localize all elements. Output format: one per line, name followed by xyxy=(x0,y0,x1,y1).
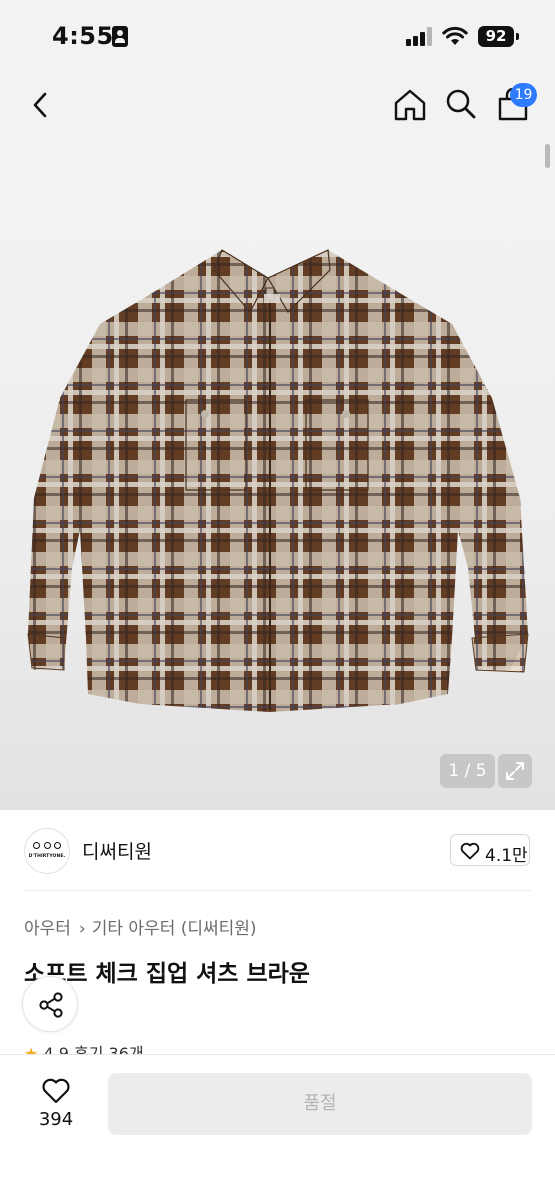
battery-tip xyxy=(516,33,519,40)
breadcrumb-subcategory[interactable]: 기타 아우터 (디써티원) xyxy=(92,919,257,939)
product-image-gallery[interactable]: 1 / 5 xyxy=(0,138,555,810)
cellular-signal-icon xyxy=(406,27,433,46)
wifi-icon xyxy=(442,26,468,45)
status-bar: 4:55 92 xyxy=(0,0,555,72)
search-icon[interactable] xyxy=(445,88,477,120)
brand-logo-mark xyxy=(33,842,61,850)
brand-name[interactable]: 디써티원 xyxy=(82,837,152,864)
brand-row[interactable]: D'THIRTYONE. 디써티원 4.1만 xyxy=(0,810,555,890)
rating-row[interactable]: ★ 4.9 후기 36개 xyxy=(24,1040,144,1054)
brand-logo-text: D'THIRTYONE. xyxy=(28,854,66,859)
bottom-action-bar: 394 품절 xyxy=(0,1054,555,1201)
breadcrumb-category[interactable]: 아우터 xyxy=(24,919,71,939)
product-image xyxy=(27,249,529,712)
brand-like-count: 4.1만 xyxy=(485,846,528,866)
heart-outline-icon xyxy=(42,1078,70,1104)
home-icon[interactable] xyxy=(393,88,427,122)
expand-icon xyxy=(506,762,524,780)
share-button[interactable] xyxy=(22,976,78,1032)
heart-outline-icon xyxy=(460,842,480,860)
battery-indicator: 92 xyxy=(478,26,514,47)
star-icon: ★ xyxy=(24,1044,39,1054)
breadcrumb: 아우터 › 기타 아우터 (디써티원) xyxy=(24,914,257,939)
cart-count-badge: 19 xyxy=(510,83,537,107)
back-arrow-icon[interactable] xyxy=(30,91,50,119)
status-time: 4:55 xyxy=(52,22,114,50)
sold-out-button[interactable]: 품절 xyxy=(108,1073,532,1135)
brand-like-button[interactable]: 4.1만 xyxy=(450,834,530,866)
brand-logo[interactable]: D'THIRTYONE. xyxy=(24,828,70,874)
share-icon xyxy=(39,992,63,1018)
divider xyxy=(24,890,531,891)
expand-button[interactable] xyxy=(498,754,532,788)
contact-card-icon xyxy=(112,26,128,47)
rating-value: 4.9 xyxy=(43,1044,69,1054)
chevron-right-icon: › xyxy=(78,919,86,939)
image-counter: 1 / 5 xyxy=(440,754,495,788)
wishlist-button[interactable]: 394 xyxy=(26,1073,86,1139)
wishlist-count: 394 xyxy=(38,1109,74,1130)
top-nav-bar xyxy=(0,72,555,138)
review-count: 후기 36개 xyxy=(73,1044,144,1054)
